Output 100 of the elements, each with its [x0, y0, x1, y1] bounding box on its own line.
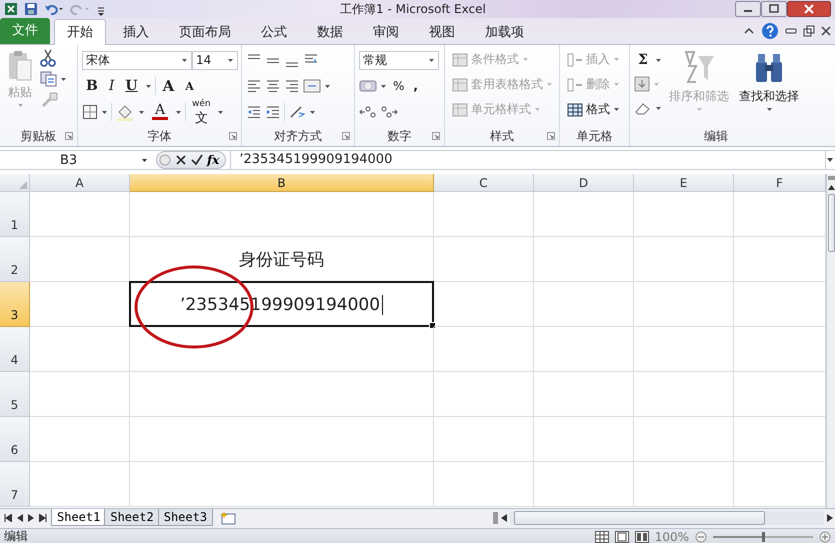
font-color-button[interactable]: A	[148, 103, 172, 121]
table-cell[interactable]	[30, 372, 130, 417]
scrollbar-thumb[interactable]	[828, 194, 834, 252]
scroll-right-icon[interactable]	[827, 514, 833, 522]
merge-cells-icon[interactable]	[303, 78, 321, 94]
ribbon-tab[interactable]: 加载项	[472, 20, 537, 44]
ribbon-tab[interactable]: 页面布局	[166, 20, 244, 44]
ribbon-tab[interactable]: 视图	[416, 20, 468, 44]
close-icon[interactable]	[787, 1, 831, 17]
percent-button[interactable]: %	[390, 77, 408, 95]
dialog-launcher-icon[interactable]	[65, 132, 73, 140]
scroll-left-icon[interactable]	[501, 514, 507, 522]
underline-button[interactable]: U	[121, 77, 142, 95]
zoom-out-icon[interactable]	[695, 530, 707, 542]
ribbon-tab[interactable]: 插入	[110, 20, 162, 44]
table-cell[interactable]	[130, 327, 434, 372]
cells-menu-button[interactable]: 格式	[564, 99, 623, 120]
formula-field[interactable]: ’235345199909194000	[230, 151, 821, 169]
ribbon-tab[interactable]: 开始	[54, 19, 106, 45]
maximize-icon[interactable]	[761, 1, 787, 17]
scissors-icon[interactable]	[40, 49, 56, 67]
expand-icon[interactable]	[826, 157, 834, 163]
table-cell[interactable]	[434, 372, 534, 417]
next-sheet-icon[interactable]	[28, 514, 34, 522]
text-orientation-icon[interactable]	[288, 104, 306, 120]
table-cell[interactable]	[130, 372, 434, 417]
name-box[interactable]: B3	[2, 151, 152, 169]
eraser-icon[interactable]	[634, 101, 652, 115]
row-header[interactable]: 3	[0, 282, 30, 327]
table-cell[interactable]	[30, 192, 130, 237]
table-cell[interactable]	[634, 282, 734, 327]
find-select-button[interactable]: 查找和选择	[736, 49, 802, 126]
row-header[interactable]: 4	[0, 327, 30, 372]
minimize-icon[interactable]	[735, 1, 761, 17]
column-header[interactable]: B	[130, 174, 434, 192]
phonetic-guide-button[interactable]: wén 文	[189, 98, 214, 126]
dialog-launcher-icon[interactable]	[432, 132, 440, 140]
table-cell[interactable]	[434, 237, 534, 282]
decrease-decimal-icon[interactable]	[380, 105, 398, 119]
table-cell[interactable]	[434, 462, 534, 507]
table-cell[interactable]	[130, 417, 434, 462]
number-format-field[interactable]: 常规	[359, 50, 439, 70]
page-layout-icon[interactable]	[614, 530, 629, 542]
table-cell[interactable]	[130, 192, 434, 237]
row-header[interactable]: 2	[0, 237, 30, 282]
comma-button[interactable]: ,	[410, 77, 421, 95]
dialog-launcher-icon[interactable]	[547, 132, 555, 140]
zoom-in-icon[interactable]	[819, 530, 831, 542]
column-header[interactable]: F	[734, 174, 826, 192]
table-cell[interactable]	[634, 417, 734, 462]
save-icon[interactable]	[24, 2, 38, 16]
previous-sheet-icon[interactable]	[17, 514, 23, 522]
table-cell[interactable]	[434, 327, 534, 372]
ribbon-tab[interactable]: 审阅	[360, 20, 412, 44]
table-cell[interactable]	[30, 417, 130, 462]
table-cell[interactable]: 身份证号码	[130, 237, 434, 282]
zoom-level[interactable]: 100%	[654, 530, 689, 543]
row-header[interactable]: 5	[0, 372, 30, 417]
page-break-icon[interactable]	[634, 530, 649, 542]
ribbon-tab[interactable]: 数据	[304, 20, 356, 44]
table-cell[interactable]	[534, 372, 634, 417]
align-left-icon[interactable]	[246, 78, 262, 94]
normal-view-icon[interactable]	[594, 530, 609, 542]
table-cell[interactable]	[634, 372, 734, 417]
first-sheet-icon[interactable]	[4, 514, 12, 522]
restore-icon[interactable]	[803, 25, 815, 37]
italic-button[interactable]: I	[104, 77, 118, 95]
table-cell[interactable]	[634, 237, 734, 282]
table-cell[interactable]	[434, 417, 534, 462]
table-cell[interactable]	[434, 192, 534, 237]
split-box-icon[interactable]	[828, 176, 834, 180]
table-cell[interactable]	[634, 462, 734, 507]
minimize-icon[interactable]	[785, 26, 797, 36]
table-cell[interactable]	[534, 327, 634, 372]
bold-button[interactable]: B	[82, 77, 102, 95]
sheet-tab[interactable]: Sheet2	[104, 509, 160, 526]
copy-icon[interactable]	[40, 71, 58, 87]
row-header[interactable]: 6	[0, 417, 30, 462]
table-cell[interactable]	[434, 282, 534, 327]
table-cell[interactable]	[30, 327, 130, 372]
file-tab[interactable]: 文件	[0, 18, 50, 44]
row-header[interactable]: 1	[0, 192, 30, 237]
table-cell[interactable]	[534, 417, 634, 462]
font-name-field[interactable]: 宋体	[82, 50, 192, 70]
sheet-tab[interactable]: Sheet3	[158, 509, 214, 526]
increase-indent-icon[interactable]	[265, 104, 281, 120]
cancel-icon[interactable]	[175, 154, 187, 166]
fill-down-icon[interactable]	[634, 76, 650, 92]
table-cell[interactable]	[534, 192, 634, 237]
column-header[interactable]: C	[434, 174, 534, 192]
dialog-launcher-icon[interactable]	[229, 132, 237, 140]
enter-icon[interactable]	[191, 154, 203, 166]
increase-decimal-icon[interactable]	[359, 105, 377, 119]
scroll-up-icon[interactable]	[828, 184, 834, 190]
fill-color-icon[interactable]	[115, 103, 135, 121]
scrollbar-thumb[interactable]	[514, 511, 766, 525]
table-cell[interactable]	[130, 462, 434, 507]
close-icon[interactable]	[821, 26, 831, 36]
table-cell[interactable]	[634, 327, 734, 372]
decrease-indent-icon[interactable]	[246, 104, 262, 120]
